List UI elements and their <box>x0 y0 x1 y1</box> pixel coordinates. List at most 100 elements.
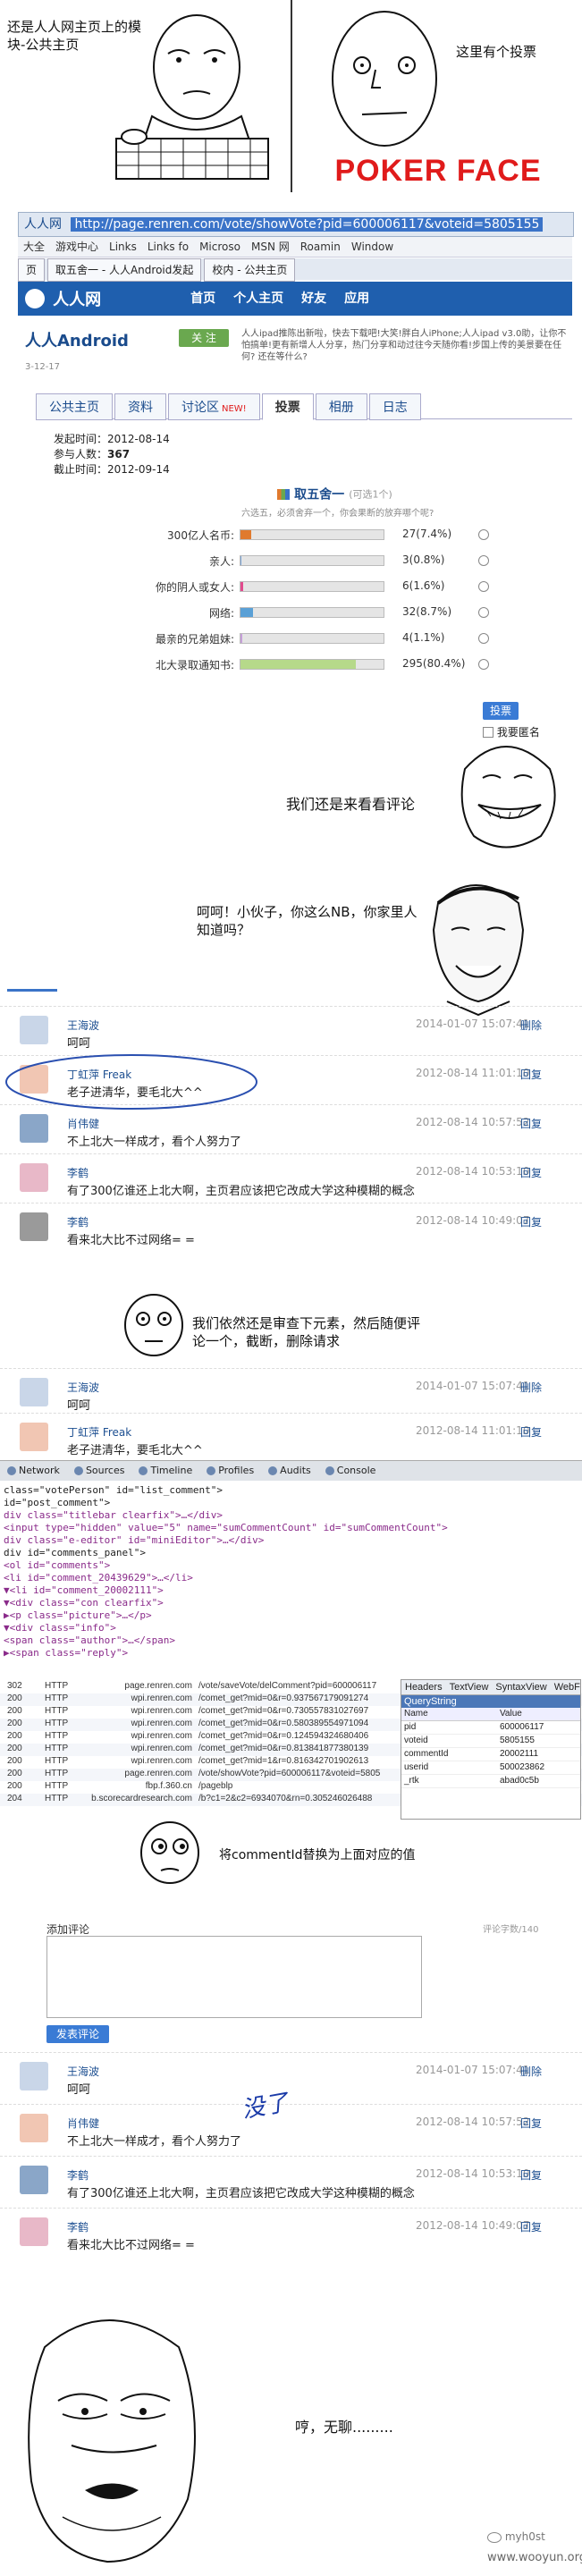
code-line[interactable]: id="post_comment"> <box>4 1497 110 1508</box>
vote-option-radio[interactable] <box>478 659 489 670</box>
reply-link[interactable]: 回复 <box>520 1424 542 1440</box>
inspector-tab[interactable]: TextView <box>450 1682 489 1693</box>
wechat-icon <box>487 2531 502 2543</box>
avatar[interactable] <box>20 2217 48 2246</box>
avatar[interactable] <box>20 1163 48 1192</box>
query-row[interactable]: userid 500023862 <box>401 1761 580 1775</box>
page-tab[interactable]: 讨论区 NEW! <box>168 393 260 420</box>
favorite-item[interactable]: Window <box>351 241 393 253</box>
comment-author[interactable]: 肖伟健 <box>67 1116 99 1131</box>
query-row[interactable]: _rtk abad0c5b <box>401 1775 580 1788</box>
address-bar[interactable]: 人人网 http://page.renren.com/vote/showVote… <box>18 212 574 237</box>
comment-author[interactable]: 李鹤 <box>67 1214 89 1229</box>
page-tab[interactable]: 投票 <box>261 393 314 420</box>
comment-author[interactable]: 李鹤 <box>67 1165 89 1180</box>
vote-option-radio[interactable] <box>478 555 489 566</box>
nav-item[interactable]: 应用 <box>335 282 378 316</box>
nav-item[interactable]: 首页 <box>181 282 224 316</box>
favorite-item[interactable]: Links <box>109 241 137 253</box>
favorite-item[interactable]: 游戏中心 <box>55 241 98 253</box>
comment-author[interactable]: 李鹤 <box>67 2167 89 2183</box>
browser-tab[interactable]: 页 <box>18 258 46 282</box>
page-tab[interactable]: 日志 <box>368 393 421 420</box>
reply-link[interactable]: 回复 <box>520 1067 542 1082</box>
code-line[interactable]: ▼<div class="info"> <box>4 1622 116 1634</box>
code-line[interactable]: div class="e-editor" id="miniEditor">…</… <box>4 1534 264 1546</box>
devtools-tab[interactable]: Network <box>7 1465 60 1476</box>
nav-item[interactable]: 好友 <box>292 282 335 316</box>
code-line[interactable]: ▼<li id="comment_20002111"> <box>4 1584 164 1596</box>
devtools-tab[interactable]: Console <box>325 1465 375 1476</box>
submit-comment-button[interactable]: 发表评论 <box>46 2025 109 2043</box>
comment-author[interactable]: 王海波 <box>67 1380 99 1395</box>
vote-option-radio[interactable] <box>478 607 489 618</box>
comment-author[interactable]: 李鹤 <box>67 2219 89 2234</box>
reply-link[interactable]: 回复 <box>520 1214 542 1229</box>
code-line[interactable]: <ol id="comments"> <box>4 1559 110 1571</box>
avatar[interactable] <box>20 1378 48 1406</box>
comment-item: 王海波 呵呵 2014-01-07 15:07:41 删除 <box>0 2052 582 2105</box>
reply-link[interactable]: 回复 <box>520 2116 542 2131</box>
follow-button[interactable]: 关 注 <box>179 329 229 347</box>
reply-link[interactable]: 回复 <box>520 1165 542 1180</box>
code-line[interactable]: ▶<span class="reply"> <box>4 1647 128 1659</box>
code-line[interactable]: ▼<div class="con clearfix"> <box>4 1597 164 1609</box>
vote-option-radio[interactable] <box>478 529 489 540</box>
renren-logo[interactable]: 人人网 <box>18 287 177 310</box>
devtools-tab[interactable]: Sources <box>73 1465 124 1476</box>
reply-link[interactable]: 回复 <box>520 2167 542 2183</box>
devtools-tab[interactable]: Profiles <box>207 1465 254 1476</box>
delete-link[interactable]: 删除 <box>520 2064 542 2079</box>
code-line[interactable]: <span class="author">…</span> <box>4 1634 175 1646</box>
inspector-tab[interactable]: Headers <box>405 1682 443 1693</box>
comment-author[interactable]: 王海波 <box>67 1018 99 1033</box>
reply-link[interactable]: 回复 <box>520 1116 542 1131</box>
code-line[interactable]: ▶<p class="picture">…</p> <box>4 1609 152 1621</box>
query-row[interactable]: commentId 20002111 <box>401 1748 580 1761</box>
avatar[interactable] <box>20 2114 48 2142</box>
devtools-tab-label: Timeline <box>150 1465 193 1476</box>
browser-tab[interactable]: 取五舍一 - 人人Android发起 <box>47 258 202 282</box>
vote-button[interactable]: 投票 <box>483 702 519 720</box>
comment-author[interactable]: 肖伟健 <box>67 2116 99 2131</box>
comment-author[interactable]: 丁虹萍 Freak <box>67 1424 131 1440</box>
avatar[interactable] <box>20 1212 48 1241</box>
query-row[interactable]: pid 600006117 <box>401 1721 580 1735</box>
query-row[interactable]: voteid 5805155 <box>401 1735 580 1748</box>
favorite-item[interactable]: MSN 网 <box>251 241 290 253</box>
devtools-tab[interactable]: Audits <box>268 1465 311 1476</box>
code-line[interactable]: div class="titlebar clearfix">…</div> <box>4 1509 223 1521</box>
network-protocol: HTTP <box>45 1744 69 1753</box>
vote-option-radio[interactable] <box>478 633 489 644</box>
code-line[interactable]: class="votePerson" id="list_comment"> <box>4 1484 223 1496</box>
avatar[interactable] <box>20 2062 48 2090</box>
favorite-item[interactable]: Links fo <box>148 241 189 253</box>
delete-link[interactable]: 删除 <box>520 1380 542 1395</box>
devtools-tab[interactable]: Timeline <box>139 1465 192 1476</box>
page-tab[interactable]: 资料 <box>114 393 166 420</box>
vote-option-radio[interactable] <box>478 581 489 592</box>
inspector-tab[interactable]: SyntaxView <box>495 1682 546 1693</box>
avatar[interactable] <box>20 2166 48 2194</box>
inspector-tab[interactable]: WebForms <box>554 1682 580 1693</box>
comment-author[interactable]: 王海波 <box>67 2064 99 2079</box>
avatar[interactable] <box>20 1114 48 1143</box>
code-line[interactable]: div id="comments_panel"> <box>4 1547 146 1558</box>
browser-tab[interactable]: 校内 - 公共主页 <box>204 258 296 282</box>
code-line[interactable]: <input type="hidden" value="5" name="sum… <box>4 1522 448 1533</box>
avatar[interactable] <box>20 1016 48 1044</box>
page-tab[interactable]: 公共主页 <box>36 393 113 420</box>
vote-meta-label: 参与人数： <box>54 448 108 460</box>
vote-meta-value: 367 <box>107 448 131 460</box>
avatar[interactable] <box>20 1423 48 1451</box>
favorite-item[interactable]: 大全 <box>23 241 45 253</box>
reply-link[interactable]: 回复 <box>520 2219 542 2234</box>
delete-link[interactable]: 删除 <box>520 1018 542 1033</box>
favorite-item[interactable]: Roamin <box>300 241 341 253</box>
favorite-item[interactable]: Microso <box>199 241 240 253</box>
comment-textarea[interactable] <box>46 1936 422 2018</box>
code-line[interactable]: <li id="comment_20439629">…</li> <box>4 1572 193 1584</box>
page-tab[interactable]: 相册 <box>315 393 367 420</box>
nav-item[interactable]: 个人主页 <box>224 282 292 316</box>
url-text[interactable]: http://page.renren.com/vote/showVote?pid… <box>71 217 544 232</box>
